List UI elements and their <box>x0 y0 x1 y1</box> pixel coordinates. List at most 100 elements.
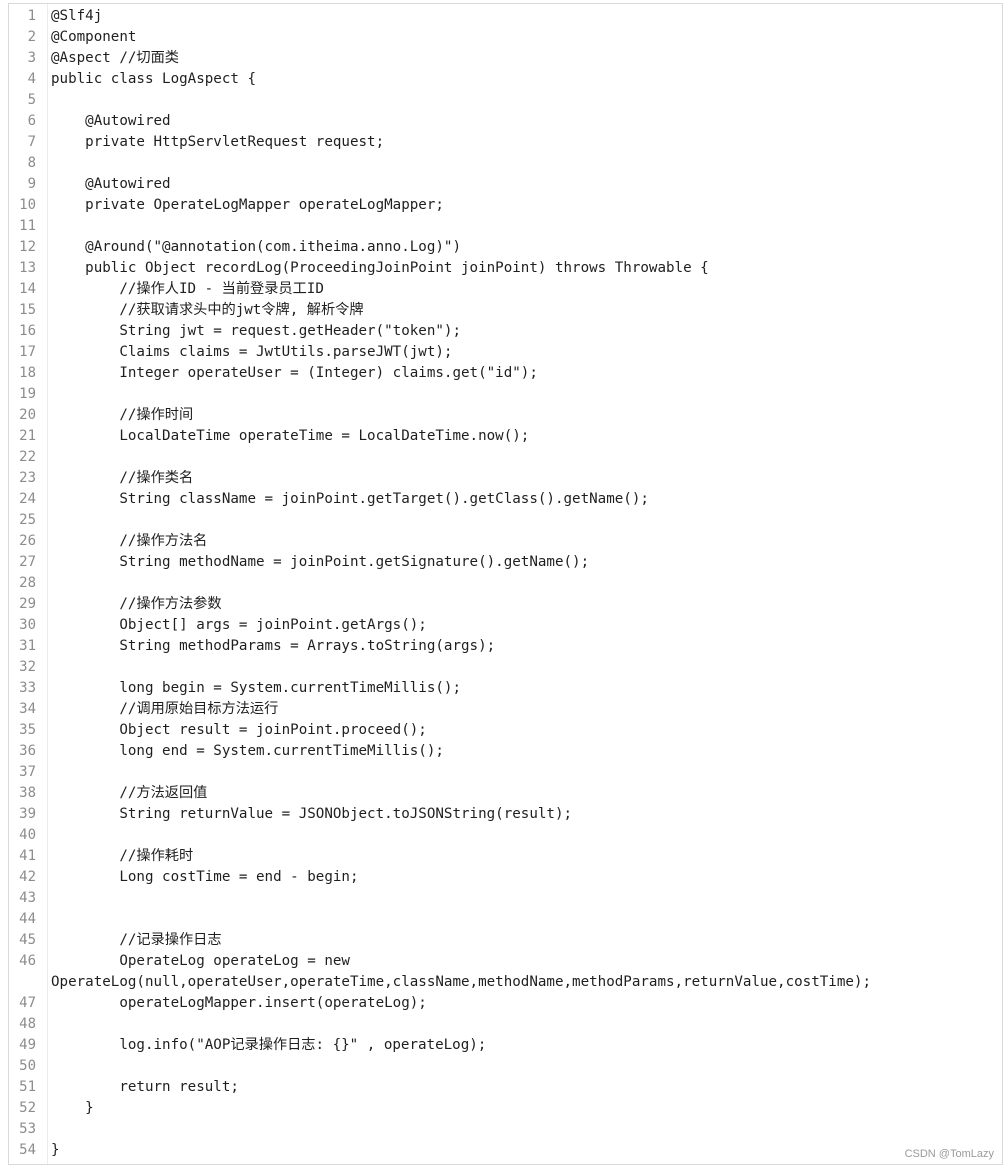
line-number: 42 <box>19 869 36 885</box>
code-line: 1 @Slf4j <box>9 6 1002 27</box>
line-code: String jwt = request.getHeader("token"); <box>51 323 461 339</box>
line-code: return result; <box>51 1079 239 1095</box>
code-line: 34 //调用原始目标方法运行 <box>9 699 1002 720</box>
line-number: 34 <box>19 701 36 717</box>
line-number: 52 <box>19 1100 36 1116</box>
code-line: 29 //操作方法参数 <box>9 594 1002 615</box>
code-line: 17 Claims claims = JwtUtils.parseJWT(jwt… <box>9 342 1002 363</box>
line-code: String methodName = joinPoint.getSignatu… <box>51 554 590 570</box>
code-line: 10 private OperateLogMapper operateLogMa… <box>9 195 1002 216</box>
code-line: 5 <box>9 90 1002 111</box>
line-code: //操作耗时 <box>51 848 194 864</box>
code-line: 40 <box>9 825 1002 846</box>
line-number: 15 <box>19 302 36 318</box>
line-code: //操作类名 <box>51 470 194 486</box>
line-code: public class LogAspect { <box>51 71 256 87</box>
code-line: 20 //操作时间 <box>9 405 1002 426</box>
line-code: //操作人ID - 当前登录员工ID <box>51 281 324 297</box>
line-number: 13 <box>19 260 36 276</box>
line-number: 46 <box>19 953 36 969</box>
line-code: @Component <box>51 29 137 45</box>
code-line: 19 <box>9 384 1002 405</box>
line-code: long end = System.currentTimeMillis(); <box>51 743 444 759</box>
line-number: 10 <box>19 197 36 213</box>
line-number: 45 <box>19 932 36 948</box>
code-line: 42 Long costTime = end - begin; <box>9 867 1002 888</box>
code-line: 15 //获取请求头中的jwt令牌, 解析令牌 <box>9 300 1002 321</box>
line-number: 51 <box>19 1079 36 1095</box>
line-code: } <box>51 1142 60 1158</box>
line-number: 8 <box>27 155 36 171</box>
code-line: 21 LocalDateTime operateTime = LocalDate… <box>9 426 1002 447</box>
line-code: Object[] args = joinPoint.getArgs(); <box>51 617 427 633</box>
line-code: OperateLog(null,operateUser,operateTime,… <box>51 974 871 990</box>
line-number: 40 <box>19 827 36 843</box>
code-line: 2 @Component <box>9 27 1002 48</box>
line-code: //操作时间 <box>51 407 194 423</box>
line-number: 2 <box>27 29 36 45</box>
line-number: 7 <box>27 134 36 150</box>
line-number: 12 <box>19 239 36 255</box>
line-code: @Slf4j <box>51 8 103 24</box>
line-number: 43 <box>19 890 36 906</box>
code-line: 30 Object[] args = joinPoint.getArgs(); <box>9 615 1002 636</box>
line-code: } <box>51 1100 94 1116</box>
line-number: 30 <box>19 617 36 633</box>
code-line: 12 @Around("@annotation(com.itheima.anno… <box>9 237 1002 258</box>
line-code: //操作方法参数 <box>51 596 222 612</box>
code-line: 13 public Object recordLog(ProceedingJoi… <box>9 258 1002 279</box>
line-code: public Object recordLog(ProceedingJoinPo… <box>51 260 709 276</box>
code-block: 1 @Slf4j 2 @Component 3 @Aspect //切面类 4 public … <box>8 3 1003 1165</box>
code-line: 28 <box>9 573 1002 594</box>
code-line: 4 public class LogAspect { <box>9 69 1002 90</box>
line-number: 36 <box>19 743 36 759</box>
line-code: //获取请求头中的jwt令牌, 解析令牌 <box>51 302 364 318</box>
line-number: 21 <box>19 428 36 444</box>
line-number: 32 <box>19 659 36 675</box>
line-code: operateLogMapper.insert(operateLog); <box>51 995 427 1011</box>
code-line: 49 log.info("AOP记录操作日志: {}" , operateLog… <box>9 1035 1002 1056</box>
code-line: 14 //操作人ID - 当前登录员工ID <box>9 279 1002 300</box>
line-number: 18 <box>19 365 36 381</box>
line-number: 6 <box>27 113 36 129</box>
line-number: 33 <box>19 680 36 696</box>
code-line: 24 String className = joinPoint.getTarge… <box>9 489 1002 510</box>
line-number: 47 <box>19 995 36 1011</box>
code-line: 35 Object result = joinPoint.proceed(); <box>9 720 1002 741</box>
code-line: 3 @Aspect //切面类 <box>9 48 1002 69</box>
line-number: 48 <box>19 1016 36 1032</box>
code-line: 43 <box>9 888 1002 909</box>
line-number: 11 <box>19 218 36 234</box>
line-number: 4 <box>27 71 36 87</box>
line-code: long begin = System.currentTimeMillis(); <box>51 680 461 696</box>
line-number: 37 <box>19 764 36 780</box>
line-code: OperateLog operateLog = new <box>51 953 350 969</box>
watermark: CSDN @TomLazy <box>904 1148 994 1160</box>
line-code: @Aspect //切面类 <box>51 50 179 66</box>
line-number: 28 <box>19 575 36 591</box>
line-number: 31 <box>19 638 36 654</box>
line-code: @Around("@annotation(com.itheima.anno.Lo… <box>51 239 461 255</box>
code-line: 11 <box>9 216 1002 237</box>
line-code: log.info("AOP记录操作日志: {}" , operateLog); <box>51 1037 487 1053</box>
line-number: 19 <box>19 386 36 402</box>
line-code: private HttpServletRequest request; <box>51 134 385 150</box>
line-code: String returnValue = JSONObject.toJSONSt… <box>51 806 573 822</box>
code-line: 6 @Autowired <box>9 111 1002 132</box>
code-line: 46 OperateLog operateLog = new <box>9 951 1002 972</box>
code-line: 9 @Autowired <box>9 174 1002 195</box>
line-number: 44 <box>19 911 36 927</box>
code-line: 33 long begin = System.currentTimeMillis… <box>9 678 1002 699</box>
line-number: 14 <box>19 281 36 297</box>
code-line: 37 <box>9 762 1002 783</box>
code-line: 23 //操作类名 <box>9 468 1002 489</box>
line-number: 35 <box>19 722 36 738</box>
code-line: 48 <box>9 1014 1002 1035</box>
line-code: //方法返回值 <box>51 785 208 801</box>
line-number: 25 <box>19 512 36 528</box>
code-line: 8 <box>9 153 1002 174</box>
line-number: 16 <box>19 323 36 339</box>
line-number: 17 <box>19 344 36 360</box>
code-line: 31 String methodParams = Arrays.toString… <box>9 636 1002 657</box>
line-number: 3 <box>27 50 36 66</box>
